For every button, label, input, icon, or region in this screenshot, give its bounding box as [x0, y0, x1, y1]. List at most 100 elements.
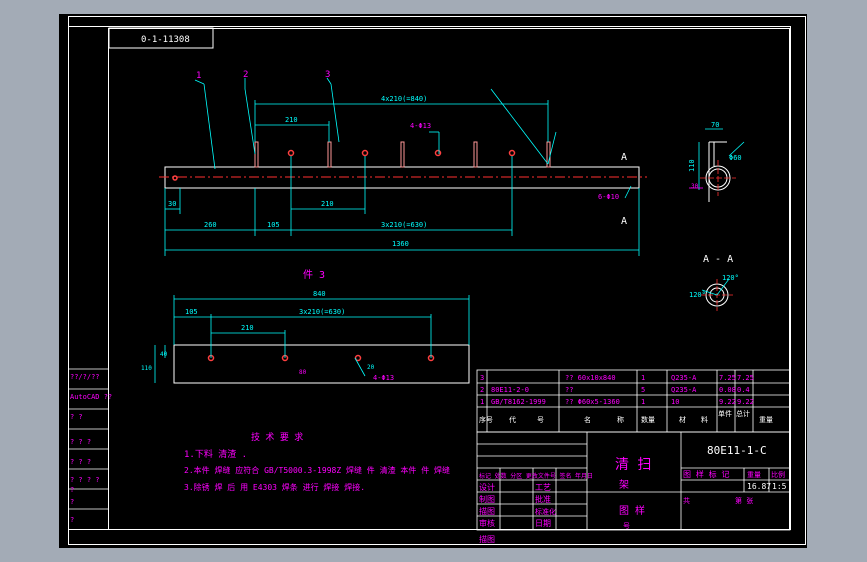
- bom-r2-w1: 9.22: [719, 398, 736, 406]
- bom-h-name1: 名: [584, 415, 591, 424]
- dim-angle-1: 120°: [722, 274, 739, 282]
- dim-plate-210: 210: [241, 324, 254, 332]
- dim-6-holes: 6-Φ10: [598, 193, 619, 201]
- cad-drawing: 0-1-11308 1 2 3 4x210(=840) 210 4-Φ13 30…: [68, 16, 806, 545]
- tech-req-line-1: 1.下料 清渣 .: [184, 448, 247, 460]
- tb-process: 工艺: [535, 483, 551, 492]
- bom-h-w1: 单件: [718, 409, 732, 418]
- dim-angle-2: 120°: [689, 291, 706, 299]
- mark-row: 标记 处数 分区 更改文件号 签名 年月日: [479, 472, 593, 480]
- left-strip-5: ? ? ?: [70, 458, 91, 466]
- plate-outline: [173, 344, 470, 384]
- bom-r0-mat: Q235-A: [671, 374, 697, 382]
- bom-r1-no: 2: [480, 386, 484, 394]
- bom-header: 序号 代 号 名 称 数量 材 料 单件 总计 重量: [479, 409, 773, 424]
- left-strip-4: ? ? ?: [70, 438, 91, 446]
- section-title: A - A: [703, 254, 733, 265]
- holes: [172, 149, 516, 181]
- left-strip-6: ? ? ? ?: [70, 476, 100, 484]
- bom-h-code1: 代: [509, 415, 516, 424]
- tech-req-title: 技 术 要 求: [251, 431, 303, 443]
- bom-r0-no: 3: [480, 374, 484, 382]
- bom-r1-w2: 0.4: [737, 386, 750, 394]
- dim-plate-40: 40: [160, 351, 168, 358]
- drawing-number: 80E11-1-C: [707, 444, 767, 457]
- tb-approve: 批准: [535, 494, 551, 504]
- dim-side-phi60: Φ60: [729, 154, 742, 162]
- dim-1360: 1360: [392, 240, 409, 248]
- dim-210-bottom: 210: [321, 200, 334, 208]
- scale-value: 1:5: [772, 482, 787, 491]
- dim-105: 105: [267, 221, 280, 229]
- stage-label: 图 样 标 记: [683, 469, 729, 479]
- part-name-2: 架: [619, 479, 629, 491]
- dim-plate-holes: 4-Φ13: [373, 374, 394, 382]
- left-strip-2: AutoCAD ??: [70, 393, 112, 401]
- tech-req-line-2: 2.本件 焊缝 应符合 GB/T5000.3-1998Z 焊缝 件 清渣 本件 …: [184, 465, 450, 475]
- part3-title: 件 3: [303, 269, 325, 281]
- dim-260: 260: [204, 221, 217, 229]
- drawing-code: 0-1-11308: [141, 35, 190, 45]
- dim-30: 30: [168, 200, 176, 208]
- left-strip-3: ? ?: [70, 413, 83, 421]
- weight-label: 重量: [747, 471, 761, 479]
- front-view: 1 2 3 4x210(=840) 210 4-Φ13 30 260 105 2…: [159, 70, 647, 256]
- bom-r2-no: 1: [480, 398, 484, 406]
- tb-tracing: 描图: [479, 506, 495, 516]
- left-strip-7: ?: [70, 486, 74, 494]
- section-marker-top: A: [621, 152, 627, 163]
- section-aa: A - A 120° 120°: [689, 254, 739, 311]
- company: 图 样: [619, 504, 645, 517]
- company-2: 号: [623, 522, 630, 530]
- front-dimension-lines: [164, 88, 640, 256]
- balloon-2: 2: [243, 70, 248, 80]
- tech-req-line-3: 3.除锈 焊 后 用 E4303 焊条 进行 焊接 焊接.: [184, 482, 365, 492]
- dim-210-top: 210: [285, 116, 298, 124]
- part3-view: 件 3 840 105 3x210(=630) 210 40 110 80 20…: [141, 269, 470, 384]
- tb-bottom-label: 描图: [479, 534, 495, 544]
- bom-r2-mat: 10: [671, 398, 679, 406]
- tb-review: 审核: [479, 518, 495, 528]
- bom-h-name2: 称: [617, 415, 624, 424]
- sheet-of-label: 第 张: [735, 496, 753, 505]
- bom-r1-w1: 0.08: [719, 386, 736, 394]
- bom-r2-w2: 9.22: [737, 398, 754, 406]
- dim-plate-840: 840: [313, 290, 326, 298]
- bom-r0-qty: 1: [641, 374, 645, 382]
- dim-plate-20: 20: [367, 364, 375, 371]
- side-view: 110 70 Φ60 30: [688, 121, 745, 202]
- bom-h-mat2: 料: [701, 415, 708, 424]
- bom-h-mat1: 材: [679, 415, 686, 424]
- bom-r1-mat: Q235-A: [671, 386, 697, 394]
- balloon-3: 3: [325, 70, 330, 80]
- weight-value: 16.87: [747, 482, 771, 491]
- dim-4-holes: 4-Φ13: [410, 122, 431, 130]
- dim-side-110: 110: [688, 159, 696, 172]
- bom-r0-w1: 7.25: [719, 374, 736, 382]
- tb-date: 日期: [535, 519, 551, 528]
- bom-r1-code: 80E11-2-0: [491, 386, 529, 394]
- bom-r0-name: ?? 60x10x840: [565, 374, 616, 382]
- section-marker-bottom: A: [621, 216, 627, 227]
- dim-plate-630: 3x210(=630): [299, 308, 345, 316]
- bom-h-code2: 号: [537, 416, 544, 424]
- bom-h-w3: 重量: [759, 416, 773, 424]
- tb-design: 设计: [479, 482, 495, 492]
- bom-r1-name: ??: [565, 386, 573, 394]
- bom-r1-qty: 5: [641, 386, 645, 394]
- bom-r2-code: GB/T8162-1999: [491, 398, 546, 406]
- bom-rows: 3 ?? 60x10x840 1 Q235-A 7.25 7.25 2 80E1…: [480, 374, 754, 406]
- dim-side-30: 30: [691, 183, 699, 190]
- dim-3x210-630: 3x210(=630): [381, 221, 427, 229]
- balloon-1: 1: [196, 71, 201, 81]
- dim-side-70: 70: [711, 121, 719, 129]
- dim-plate-110: 110: [141, 365, 152, 372]
- balloon-leaders: [194, 77, 340, 170]
- drawing-sheet: 0-1-11308 1 2 3 4x210(=840) 210 4-Φ13 30…: [59, 14, 807, 548]
- tb-drawing: 制图: [479, 494, 495, 504]
- left-strip-1: ??/?/??: [70, 373, 100, 381]
- scale-label: 比例: [771, 470, 785, 479]
- bom-h-qty: 数量: [641, 415, 655, 424]
- dim-plate-80: 80: [299, 369, 307, 376]
- left-strip-9: ?: [70, 516, 74, 524]
